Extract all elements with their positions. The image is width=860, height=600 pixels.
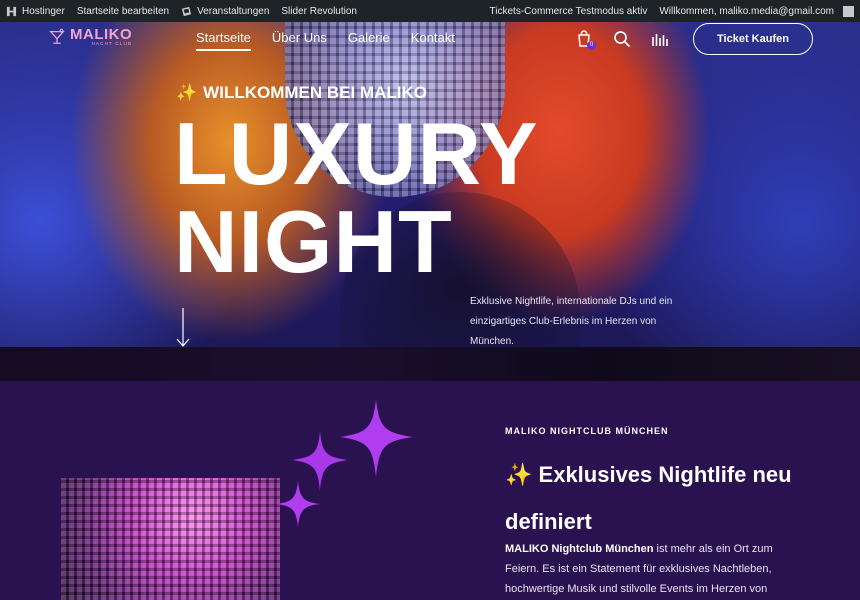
menu-toggle-button[interactable] <box>651 30 669 48</box>
admin-site-link[interactable]: Hostinger <box>0 0 71 22</box>
admin-site-label: Hostinger <box>22 5 65 17</box>
about-section: MALIKO NIGHTCLUB MÜNCHEN ✨ Exklusives Ni… <box>0 381 860 600</box>
section-title-text: Exklusives Nightlife neu definiert <box>505 462 792 534</box>
sparkles-icon: ✨ <box>505 462 533 487</box>
admin-bar: Hostinger Startseite bearbeiten Veransta… <box>0 0 860 22</box>
sparkle-stars-decoration <box>276 399 413 527</box>
hero-bottom-strip <box>0 347 860 381</box>
hero-welcome: ✨ WILLKOMMEN BEI MALIKO <box>176 83 427 103</box>
section-kicker: MALIKO NIGHTCLUB MÜNCHEN <box>505 426 669 436</box>
logo-subtitle: NACHT CLUB <box>91 41 133 46</box>
site-header: MALIKO NACHT CLUB Startseite Über Uns Ga… <box>0 22 860 58</box>
main-menu: Startseite Über Uns Galerie Kontakt <box>196 30 455 51</box>
hero-headline: LUXURY NIGHT <box>174 110 539 286</box>
menu-item-galerie[interactable]: Galerie <box>348 30 390 49</box>
avatar <box>843 5 854 17</box>
cart-button[interactable]: 0 <box>575 30 596 50</box>
logo-name: MALIKO <box>70 26 133 43</box>
section-text-bold: MALIKO Nightclub München <box>505 543 654 555</box>
cart-count-badge: 0 <box>587 41 596 50</box>
menu-item-startseite[interactable]: Startseite <box>196 30 251 51</box>
ticket-icon <box>182 6 192 16</box>
section-title: ✨ Exklusives Nightlife neu definiert <box>505 451 825 545</box>
menu-item-ueber-uns[interactable]: Über Uns <box>272 30 327 49</box>
scroll-down-arrow-icon[interactable] <box>176 308 190 348</box>
hero-description: Exklusive Nightlife, internationale DJs … <box>470 296 673 347</box>
search-icon <box>614 31 631 48</box>
admin-edit-link[interactable]: Startseite bearbeiten <box>71 0 175 22</box>
admin-slider-link[interactable]: Slider Revolution <box>275 0 363 22</box>
hero-headline-line1: LUXURY <box>174 104 539 203</box>
menu-item-kontakt[interactable]: Kontakt <box>411 30 455 49</box>
hostinger-icon <box>6 6 17 16</box>
admin-edit-label: Startseite bearbeiten <box>76 5 170 17</box>
admin-events-link[interactable]: Veranstaltungen <box>175 0 275 22</box>
admin-slider-label: Slider Revolution <box>281 5 357 17</box>
admin-events-label: Veranstaltungen <box>197 5 270 17</box>
sparkles-icon: ✨ <box>176 83 198 102</box>
ticket-kaufen-button[interactable]: Ticket Kaufen <box>693 23 813 55</box>
admin-testmode-label: Tickets-Commerce Testmodus aktiv <box>489 5 648 17</box>
hero-welcome-text: WILLKOMMEN BEI MALIKO <box>203 83 427 102</box>
header-icons: 0 <box>575 30 669 50</box>
admin-user-label: Willkommen, maliko.media@gmail.com <box>659 5 834 17</box>
section-text: MALIKO Nightclub München ist mehr als ei… <box>505 539 805 599</box>
admin-user-menu[interactable]: Willkommen, maliko.media@gmail.com <box>653 0 860 22</box>
disco-balls-image <box>61 478 280 600</box>
site-logo[interactable]: MALIKO NACHT CLUB <box>48 27 132 47</box>
hero-headline-line2: NIGHT <box>174 192 453 291</box>
search-button[interactable] <box>613 30 631 48</box>
admin-testmode-notice[interactable]: Tickets-Commerce Testmodus aktiv <box>484 0 654 22</box>
cocktail-glass-icon <box>49 28 65 44</box>
equalizer-icon <box>652 34 668 46</box>
